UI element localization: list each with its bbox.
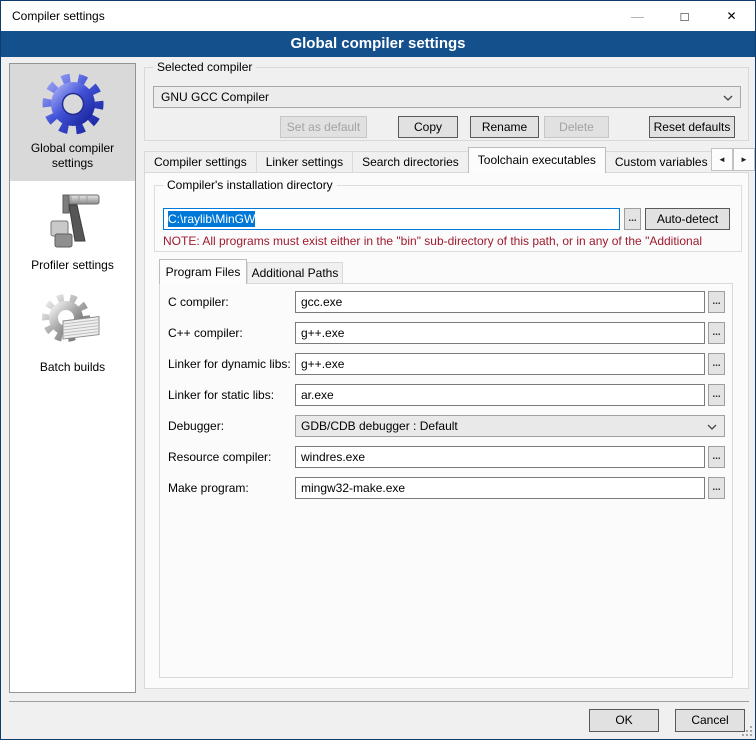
window-title: Compiler settings — [12, 9, 105, 23]
copy-button[interactable]: Copy — [398, 116, 458, 138]
resource-compiler-input[interactable] — [295, 446, 705, 468]
debugger-select-value: GDB/CDB debugger : Default — [301, 419, 458, 433]
caliper-icon — [41, 189, 105, 253]
dynamic-linker-label: Linker for dynamic libs: — [168, 353, 291, 375]
cpp-compiler-label: C++ compiler: — [168, 322, 243, 344]
static-linker-browse-button[interactable]: ... — [708, 384, 725, 406]
c-compiler-label: C compiler: — [168, 291, 229, 313]
dynamic-linker-input[interactable] — [295, 353, 705, 375]
install-dir-selected-text: C:\raylib\MinGW — [168, 211, 255, 227]
static-linker-input[interactable] — [295, 384, 705, 406]
tab-linker-settings[interactable]: Linker settings — [256, 151, 353, 173]
make-program-label: Make program: — [168, 477, 249, 499]
resource-compiler-browse-button[interactable]: ... — [708, 446, 725, 468]
sidebar: Global compiler settings Profiler settin… — [9, 63, 136, 693]
make-program-input[interactable] — [295, 477, 705, 499]
reset-defaults-button[interactable]: Reset defaults — [649, 116, 735, 138]
install-dir-browse-button[interactable]: ... — [624, 208, 641, 230]
sidebar-item-label: Profiler settings — [31, 258, 114, 272]
titlebar: Compiler settings — □ ✕ — [1, 1, 755, 31]
maximize-icon: □ — [681, 9, 689, 24]
blue-gear-icon — [41, 72, 105, 136]
chevron-down-icon — [707, 424, 717, 430]
static-linker-label: Linker for static libs: — [168, 384, 274, 406]
cpp-compiler-browse-button[interactable]: ... — [708, 322, 725, 344]
banner-title: Global compiler settings — [1, 31, 755, 57]
delete-button[interactable]: Delete — [544, 116, 609, 138]
banner: Global compiler settings — [1, 31, 755, 57]
minimize-icon: — — [631, 9, 644, 24]
subtab-program-files[interactable]: Program Files — [159, 259, 247, 284]
close-icon: ✕ — [726, 9, 736, 23]
note-text: NOTE: All programs must exist either in … — [163, 234, 740, 248]
arrow-left-icon: ◄ — [718, 155, 726, 164]
tab-scroll-left-button[interactable]: ◄ — [711, 148, 733, 171]
tab-search-directories[interactable]: Search directories — [352, 151, 469, 173]
sidebar-item-batch-builds[interactable]: Batch builds — [10, 283, 135, 385]
program-files-page: C compiler: ... C++ compiler: ... Linker… — [159, 283, 733, 678]
footer-divider — [9, 701, 749, 702]
make-program-browse-button[interactable]: ... — [708, 477, 725, 499]
compiler-settings-dialog: Compiler settings — □ ✕ Global compiler … — [0, 0, 756, 740]
sidebar-item-global-compiler-settings[interactable]: Global compiler settings — [10, 64, 135, 181]
resize-grip-icon[interactable] — [750, 734, 752, 736]
sidebar-item-profiler-settings[interactable]: Profiler settings — [10, 181, 135, 283]
installation-directory-group-label: Compiler's installation directory — [163, 178, 337, 192]
set-as-default-button[interactable]: Set as default — [280, 116, 367, 138]
compiler-select[interactable]: GNU GCC Compiler — [153, 86, 741, 108]
main-tabs: Compiler settings Linker settings Search… — [144, 147, 711, 173]
gray-gear-stack-icon — [41, 291, 105, 355]
subtab-additional-paths[interactable]: Additional Paths — [247, 262, 343, 284]
sidebar-item-label: Global compiler settings — [31, 141, 114, 170]
toolchain-executables-panel: Compiler's installation directory C:\ray… — [144, 172, 749, 689]
installation-directory-group: Compiler's installation directory C:\ray… — [154, 185, 742, 252]
dynamic-linker-browse-button[interactable]: ... — [708, 353, 725, 375]
compiler-select-value: GNU GCC Compiler — [161, 90, 269, 104]
chevron-down-icon — [723, 95, 733, 101]
tab-compiler-settings[interactable]: Compiler settings — [144, 151, 257, 173]
ok-button[interactable]: OK — [589, 709, 659, 732]
close-button[interactable]: ✕ — [708, 1, 755, 31]
arrow-right-icon: ► — [740, 155, 748, 164]
auto-detect-button[interactable]: Auto-detect — [645, 208, 730, 230]
install-dir-input[interactable]: C:\raylib\MinGW — [163, 208, 620, 230]
minimize-button[interactable]: — — [614, 1, 661, 31]
cpp-compiler-input[interactable] — [295, 322, 705, 344]
c-compiler-browse-button[interactable]: ... — [708, 291, 725, 313]
cancel-button[interactable]: Cancel — [675, 709, 745, 732]
debugger-label: Debugger: — [168, 415, 224, 437]
sidebar-item-label: Batch builds — [40, 360, 105, 374]
resource-compiler-label: Resource compiler: — [168, 446, 271, 468]
c-compiler-input[interactable] — [295, 291, 705, 313]
maximize-button[interactable]: □ — [661, 1, 708, 31]
tab-custom-variables[interactable]: Custom variables — [605, 151, 711, 173]
selected-compiler-group: Selected compiler GNU GCC Compiler Set a… — [144, 67, 749, 141]
tab-scroll-right-button[interactable]: ► — [733, 148, 755, 171]
tab-toolchain-executables[interactable]: Toolchain executables — [468, 147, 606, 173]
selected-compiler-group-label: Selected compiler — [153, 60, 256, 74]
rename-button[interactable]: Rename — [470, 116, 539, 138]
debugger-select[interactable]: GDB/CDB debugger : Default — [295, 415, 725, 437]
window-controls: — □ ✕ — [614, 1, 755, 31]
